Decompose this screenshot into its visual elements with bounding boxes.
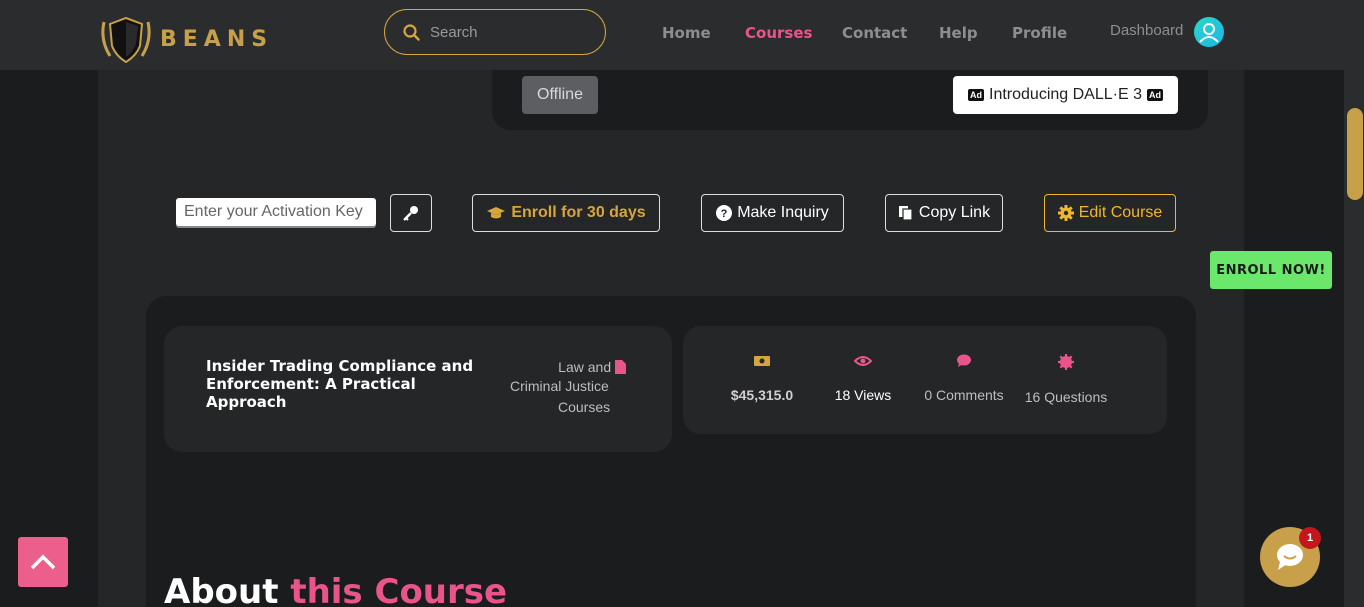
nav-contact[interactable]: Contact [842, 24, 907, 42]
stat-comments: 0 Comments [920, 354, 1008, 403]
ad-banner[interactable]: Ad Introducing DALL·E 3 Ad [953, 76, 1178, 114]
shield-logo-icon [96, 12, 156, 66]
comments-value: 0 Comments [924, 387, 1004, 403]
category-line-1: Law and [558, 359, 612, 375]
top-navbar: BEANS Home Courses Contact Help Profile … [0, 0, 1344, 70]
certificate-icon [1058, 354, 1074, 370]
nav-home[interactable]: Home [662, 24, 711, 42]
search-icon [403, 23, 420, 41]
search-input[interactable] [430, 23, 580, 41]
stat-questions: 16 Questions [1020, 354, 1112, 405]
category-line-2: Criminal Justice [510, 378, 609, 394]
enroll-now-floating-button[interactable]: ENROLL NOW! [1210, 251, 1332, 289]
course-category[interactable]: Law and [500, 357, 626, 378]
course-title: Insider Trading Compliance and Enforceme… [206, 357, 474, 411]
views-value: 18 Views [834, 387, 892, 403]
gear-icon [1057, 205, 1074, 221]
ad-tag-right: Ad [1146, 89, 1163, 101]
copy-icon [898, 206, 913, 221]
make-inquiry-button[interactable]: ? Make Inquiry [701, 194, 844, 232]
key-icon [403, 206, 418, 221]
graduation-cap-icon [487, 207, 506, 219]
about-prefix: About [164, 572, 279, 607]
copy-link-label: Copy Link [918, 204, 991, 221]
svg-text:?: ? [721, 208, 728, 220]
questions-value: 16 Questions [1024, 389, 1108, 405]
file-icon [615, 360, 626, 374]
make-inquiry-label: Make Inquiry [737, 204, 829, 221]
chevron-up-icon [30, 554, 56, 570]
search-box[interactable] [384, 9, 606, 55]
page-scrollbar[interactable] [1344, 0, 1364, 607]
about-highlight: this Course [290, 572, 508, 607]
price-value: $45,315.0 [730, 387, 794, 403]
ad-text: Introducing DALL·E 3 [989, 86, 1142, 103]
money-bill-icon [754, 356, 770, 366]
about-heading: About this Course [164, 572, 507, 607]
ad-tag-left: Ad [968, 89, 984, 101]
activate-key-button[interactable] [390, 194, 432, 232]
nav-profile[interactable]: Profile [1012, 24, 1067, 42]
user-avatar-icon[interactable] [1194, 17, 1224, 47]
nav-dashboard[interactable]: Dashboard [1110, 22, 1183, 39]
copy-link-button[interactable]: Copy Link [885, 194, 1003, 232]
chat-bubble-icon [1277, 544, 1303, 570]
edit-course-button[interactable]: Edit Course [1044, 194, 1176, 232]
enroll-button-label: Enroll for 30 days [511, 204, 646, 221]
comment-icon [957, 354, 971, 367]
category-line-3: Courses [558, 399, 611, 415]
scrollbar-thumb[interactable] [1347, 108, 1363, 200]
brand-logo[interactable]: BEANS [96, 12, 273, 66]
stat-price: $45,315.0 [726, 354, 798, 403]
scroll-to-top-button[interactable] [18, 537, 68, 587]
enroll-button[interactable]: Enroll for 30 days [472, 194, 660, 232]
question-circle-icon: ? [716, 205, 733, 221]
nav-help[interactable]: Help [939, 24, 978, 42]
edit-course-label: Edit Course [1078, 204, 1163, 221]
chat-notification-badge: 1 [1299, 527, 1321, 549]
stat-views: 18 Views [832, 354, 894, 403]
offline-status-badge: Offline [522, 76, 598, 114]
eye-icon [853, 356, 873, 366]
nav-courses[interactable]: Courses [745, 24, 812, 42]
activation-key-input[interactable] [176, 198, 376, 226]
brand-name: BEANS [160, 26, 274, 52]
